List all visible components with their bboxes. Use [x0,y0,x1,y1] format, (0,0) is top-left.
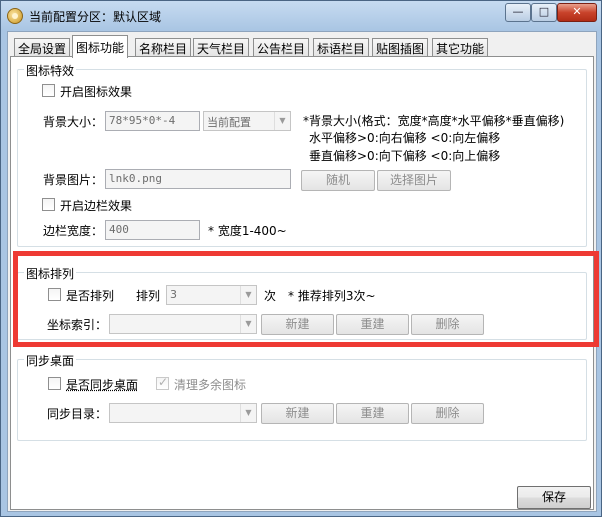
sync-dir-select[interactable]: ▼ [109,403,257,423]
tab-global-settings[interactable]: 全局设置 [14,38,71,57]
tab-name-column[interactable]: 名称栏目 [135,38,192,57]
tab-notice-column[interactable]: 公告栏目 [253,38,310,57]
sync-desktop-checkbox[interactable] [48,377,61,390]
chevron-down-icon: ▼ [240,404,256,422]
icon-effects-group: 图标特效 开启图标效果 背景大小： 78*95*0*-4 当前配置 ▼ *背景大… [17,62,587,247]
tab-other-functions[interactable]: 其它功能 [432,38,489,57]
bg-size-input[interactable]: 78*95*0*-4 [105,111,200,131]
bg-image-input[interactable]: lnk0.png [105,169,291,189]
bg-size-preset-select[interactable]: 当前配置 ▼ [203,111,291,131]
check-icon: ✓ [158,375,169,389]
enable-border-checkbox[interactable] [42,198,55,211]
v-offset-hint: 垂直偏移>0:向下偏移 <0:向上偏移 [309,149,501,163]
app-window: 当前配置分区：默认区域 — □ ✕ 全局设置 图标功能 名称栏目 天气栏目 公告… [0,0,602,517]
h-offset-hint: 水平偏移>0:向右偏移 <0:向左偏移 [309,131,501,145]
sync-desktop-title: 同步桌面 [24,352,77,369]
random-button[interactable]: 随机 [301,170,375,191]
tab-icon-functions[interactable]: 图标功能 [72,35,129,58]
tab-slogan-column[interactable]: 标语栏目 [313,38,370,57]
choose-image-button[interactable]: 选择图片 [377,170,451,191]
sync-dir-label: 同步目录： [47,407,108,421]
bg-size-preset-value: 当前配置 [207,116,251,129]
bg-size-format-hint: *背景大小(格式：宽度*高度*水平偏移*垂直偏移) [303,114,565,128]
enable-border-label: 开启边栏效果 [60,199,133,213]
window-title: 当前配置分区：默认区域 [29,10,162,24]
close-button[interactable]: ✕ [557,3,597,22]
minimize-button[interactable]: — [505,3,531,22]
highlight-box [13,251,599,347]
sync-desktop-group: 同步桌面 是否同步桌面 ✓ 清理多余图标 同步目录： ▼ 新建 重建 删除 [17,352,587,441]
tab-sticker-images[interactable]: 贴图插图 [372,38,429,57]
sync-delete-button[interactable]: 删除 [411,403,484,424]
border-width-label: 边栏宽度： [43,224,104,238]
chevron-down-icon: ▼ [274,112,290,130]
maximize-button[interactable]: □ [531,3,557,22]
bg-size-label: 背景大小： [43,115,104,129]
border-width-hint: * 宽度1-400~ [208,224,287,238]
border-width-input[interactable]: 400 [105,220,200,240]
sync-new-button[interactable]: 新建 [261,403,334,424]
clean-icons-label: 清理多余图标 [174,378,247,392]
bg-image-label: 背景图片： [43,173,104,187]
sync-desktop-label: 是否同步桌面 [66,378,139,392]
enable-icon-effect-checkbox[interactable] [42,84,55,97]
clean-icons-checkbox[interactable]: ✓ [156,375,169,390]
tab-weather-column[interactable]: 天气栏目 [193,38,250,57]
sync-rebuild-button[interactable]: 重建 [336,403,409,424]
title-bar[interactable]: 当前配置分区：默认区域 — □ ✕ [1,1,601,31]
icon-effects-title: 图标特效 [24,62,77,79]
save-button[interactable]: 保存 [517,486,591,509]
app-logo-icon [7,8,23,24]
enable-icon-effect-label: 开启图标效果 [60,85,133,99]
